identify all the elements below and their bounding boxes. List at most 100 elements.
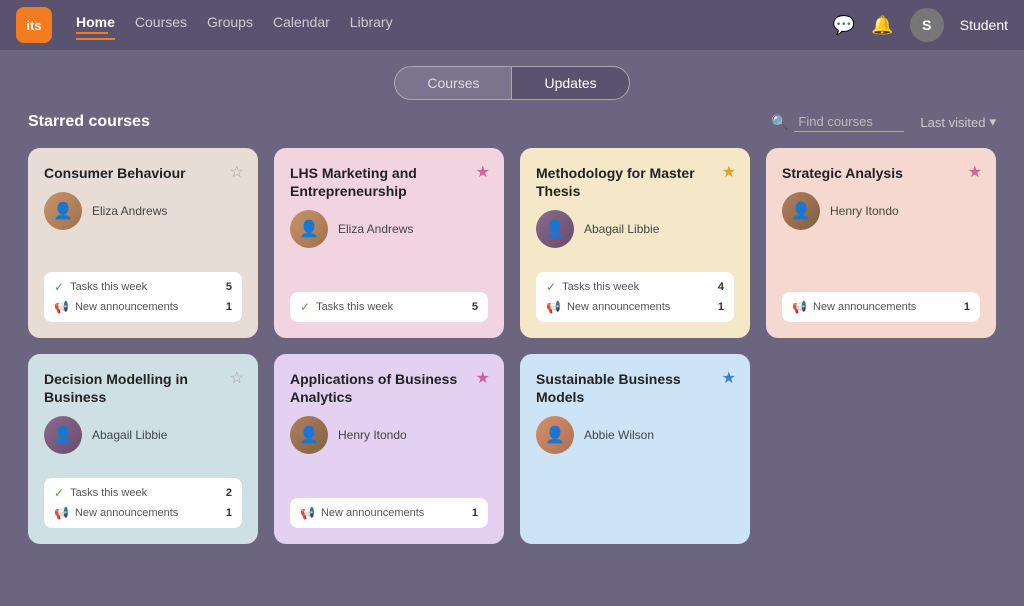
main-content: Starred courses 🔍 Last visited ▾ ☆ Consu… [0,112,1024,564]
megaphone-icon: 📢 [546,300,561,314]
course-title: Strategic Analysis [782,164,980,182]
avatar: 👤 [290,416,328,454]
course-card-consumer-behaviour[interactable]: ☆ Consumer Behaviour 👤 Eliza Andrews ✓ T… [28,148,258,338]
course-grid-row1: ☆ Consumer Behaviour 👤 Eliza Andrews ✓ T… [28,148,996,338]
instructor-name: Henry Itondo [830,204,899,218]
tab-updates[interactable]: Updates [511,66,629,100]
avatar: 👤 [290,210,328,248]
instructor-name: Eliza Andrews [338,222,413,236]
nav-home[interactable]: Home [76,10,115,40]
sort-label: Last visited [920,115,985,130]
course-grid-row2: ☆ Decision Modelling in Business 👤 Abaga… [28,354,996,544]
avatar: 👤 [536,210,574,248]
course-card-strategic-analysis[interactable]: ★ Strategic Analysis 👤 Henry Itondo 📢 Ne… [766,148,996,338]
stat-row: 📢 New announcements 1 [792,300,970,314]
card-stats: 📢 New announcements 1 [290,498,488,528]
megaphone-icon: 📢 [54,300,69,314]
instructor: 👤 Abagail Libbie [44,416,242,454]
course-card-decision-modelling[interactable]: ☆ Decision Modelling in Business 👤 Abaga… [28,354,258,544]
instructor: 👤 Eliza Andrews [44,192,242,230]
avatar: 👤 [44,192,82,230]
instructor-name: Eliza Andrews [92,204,167,218]
user-name: Student [960,17,1008,33]
stat-label: Tasks this week [70,281,147,293]
stat-label: New announcements [75,301,178,313]
nav-courses[interactable]: Courses [135,10,187,40]
course-card-lhs-marketing[interactable]: ★ LHS Marketing and Entrepreneurship 👤 E… [274,148,504,338]
stat-label: New announcements [567,301,670,313]
course-title: LHS Marketing and Entrepreneurship [290,164,488,200]
megaphone-icon: 📢 [300,506,315,520]
stat-value: 5 [226,281,232,293]
tab-bar: Courses Updates [0,50,1024,112]
avatar: 👤 [44,416,82,454]
star-icon[interactable]: ☆ [230,368,244,388]
instructor: 👤 Abagail Libbie [536,210,734,248]
course-card-methodology[interactable]: ★ Methodology for Master Thesis 👤 Abagai… [520,148,750,338]
stat-row: 📢 New announcements 1 [54,300,232,314]
instructor: 👤 Henry Itondo [782,192,980,230]
star-icon[interactable]: ☆ [230,162,244,182]
stat-row: ✓ Tasks this week 5 [54,280,232,294]
sort-button[interactable]: Last visited ▾ [920,114,996,130]
stat-label: Tasks this week [316,301,393,313]
stat-row: 📢 New announcements 1 [54,506,232,520]
check-icon: ✓ [54,280,64,294]
search-input[interactable] [794,112,904,132]
stat-row: ✓ Tasks this week 2 [54,486,232,500]
check-icon: ✓ [54,486,64,500]
stat-label: Tasks this week [562,281,639,293]
search-box: 🔍 [771,112,904,132]
search-area: 🔍 Last visited ▾ [771,112,996,132]
star-icon[interactable]: ★ [722,162,736,182]
instructor-name: Abagail Libbie [584,222,659,236]
course-title: Applications of Business Analytics [290,370,488,406]
nav-calendar[interactable]: Calendar [273,10,330,40]
course-card-sustainable-models[interactable]: ★ Sustainable Business Models 👤 Abbie Wi… [520,354,750,544]
instructor-name: Abbie Wilson [584,428,654,442]
stat-label: New announcements [75,507,178,519]
nav-library[interactable]: Library [350,10,393,40]
chevron-down-icon: ▾ [989,114,996,130]
card-stats: ✓ Tasks this week 2 📢 New announcements … [44,478,242,528]
avatar: 👤 [536,416,574,454]
stat-value: 1 [718,301,724,313]
stat-value: 4 [718,281,724,293]
card-stats: 📢 New announcements 1 [782,292,980,322]
star-icon[interactable]: ★ [476,368,490,388]
course-title: Decision Modelling in Business [44,370,242,406]
stat-value: 1 [226,301,232,313]
section-header: Starred courses 🔍 Last visited ▾ [28,112,996,132]
nav-links: Home Courses Groups Calendar Library [76,10,809,40]
star-icon[interactable]: ★ [968,162,982,182]
course-card-applications-analytics[interactable]: ★ Applications of Business Analytics 👤 H… [274,354,504,544]
stat-row: 📢 New announcements 1 [300,506,478,520]
check-icon: ✓ [300,300,310,314]
stat-value: 1 [472,507,478,519]
instructor-name: Abagail Libbie [92,428,167,442]
stat-row: ✓ Tasks this week 4 [546,280,724,294]
nav-right: 💬 🔔 S Student [833,8,1008,42]
star-icon[interactable]: ★ [476,162,490,182]
course-title: Methodology for Master Thesis [536,164,734,200]
logo[interactable]: its [16,7,52,43]
chat-icon[interactable]: 💬 [833,15,855,36]
bell-icon[interactable]: 🔔 [871,15,893,36]
instructor: 👤 Henry Itondo [290,416,488,454]
search-icon: 🔍 [771,114,788,131]
stat-value: 1 [964,301,970,313]
stat-value: 2 [226,487,232,499]
instructor: 👤 Abbie Wilson [536,416,734,454]
instructor-name: Henry Itondo [338,428,407,442]
avatar[interactable]: S [910,8,944,42]
card-stats: ✓ Tasks this week 5 📢 New announcements … [44,272,242,322]
tab-courses[interactable]: Courses [394,66,511,100]
star-icon[interactable]: ★ [722,368,736,388]
stat-label: Tasks this week [70,487,147,499]
card-stats: ✓ Tasks this week 5 [290,292,488,322]
megaphone-icon: 📢 [792,300,807,314]
nav-groups[interactable]: Groups [207,10,253,40]
stat-label: New announcements [321,507,424,519]
instructor: 👤 Eliza Andrews [290,210,488,248]
check-icon: ✓ [546,280,556,294]
